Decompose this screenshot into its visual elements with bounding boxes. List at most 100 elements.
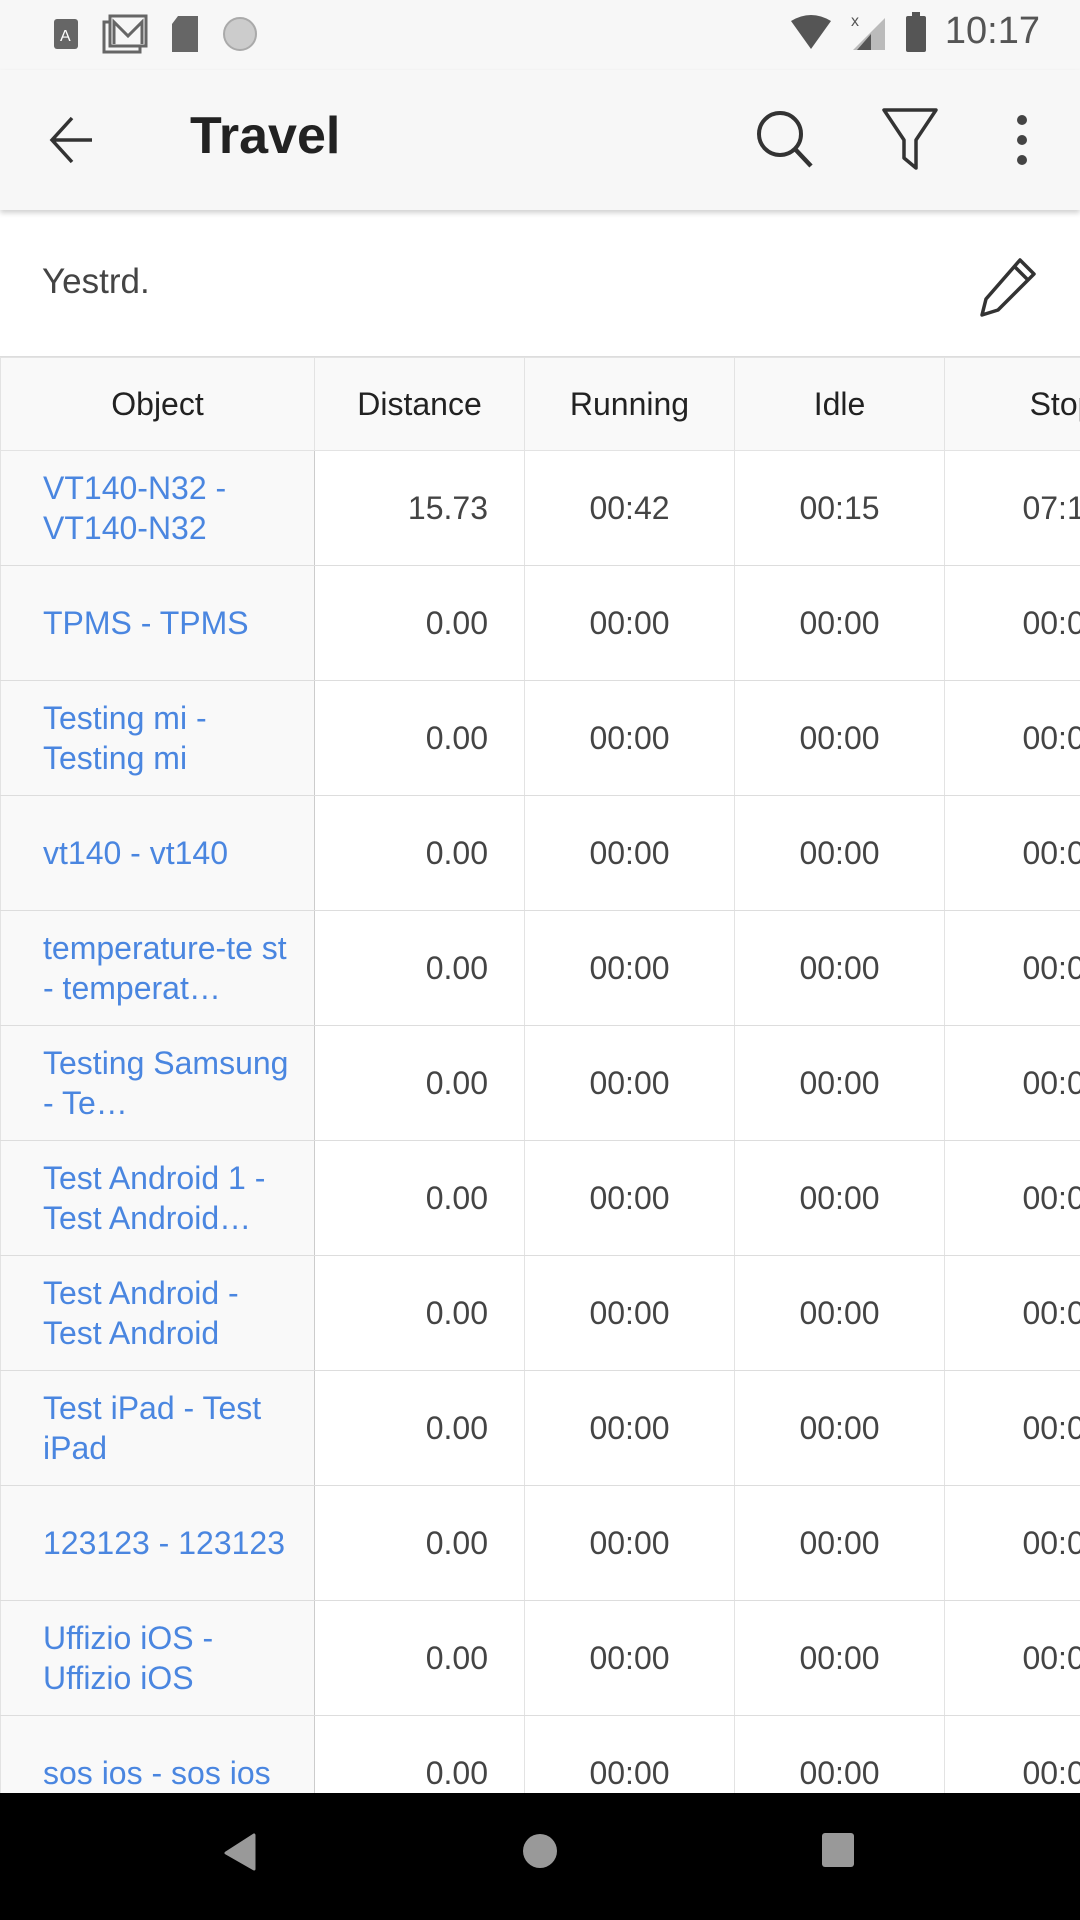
table-row: VT140-N32 - VT140-N3215.7300:4200:1507:1… <box>0 450 1080 566</box>
stop-cell: 07:18 <box>944 450 1080 566</box>
page-title: Travel <box>190 107 341 165</box>
table-row: TPMS - TPMS0.0000:0000:0000:00 <box>0 565 1080 681</box>
table-row: temperature-te st - temperat… 0.00 00:00 00… <box>0 910 1080 1026</box>
stop-cell: 00:00 <box>944 1255 1080 1371</box>
stop-cell: 00:00 <box>944 1370 1080 1486</box>
idle-cell: 00:00 <box>734 1485 945 1601</box>
app-bar: Travel <box>0 70 1080 210</box>
distance-cell: 0.00 <box>314 1600 525 1716</box>
distance-cell: 15.73 <box>314 450 525 566</box>
distance-cell: 0.00 <box>314 795 525 911</box>
table-row: sos ios - sos ios0.0000:0000:0000:00 <box>0 1715 1080 1793</box>
period-label[interactable]: Yestrd. <box>42 262 150 302</box>
running-cell: 00:00 <box>524 1370 735 1486</box>
running-cell: 00:00 <box>524 1600 735 1716</box>
object-link[interactable]: 123123 - 123123 <box>0 1485 315 1601</box>
travel-table[interactable]: ObjectDistanceRunningIdleStop VT140-N32 … <box>0 357 1080 1793</box>
table-row: vt140 - vt1400.0000:0000:0000:00 <box>0 795 1080 911</box>
filter-icon[interactable] <box>880 106 940 172</box>
back-arrow-icon[interactable] <box>48 112 98 168</box>
idle-cell: 00:00 <box>734 1025 945 1141</box>
sd-card-icon <box>172 16 198 52</box>
running-cell: 00:00 <box>524 795 735 911</box>
object-link[interactable]: Testing mi - Testing mi <box>0 680 315 796</box>
running-cell: 00:00 <box>524 1025 735 1141</box>
running-cell: 00:00 <box>524 1485 735 1601</box>
stop-cell: 00:00 <box>944 1600 1080 1716</box>
table-row: 123123 - 1231230.0000:0000:0000:00 <box>0 1485 1080 1601</box>
idle-cell: 00:00 <box>734 1715 945 1793</box>
object-link[interactable]: VT140-N32 - VT140-N32 <box>0 450 315 566</box>
signal-icon: x <box>851 13 885 50</box>
distance-cell: 0.00 <box>314 1140 525 1256</box>
column-header-running[interactable]: Running <box>524 357 735 451</box>
column-header-idle[interactable]: Idle <box>734 357 945 451</box>
stop-cell: 00:00 <box>944 1025 1080 1141</box>
idle-cell: 00:00 <box>734 565 945 681</box>
stop-cell: 00:00 <box>944 565 1080 681</box>
status-bar: A x 10:17 <box>0 0 1080 70</box>
stop-cell: 00:00 <box>944 1140 1080 1256</box>
table-row: Testing Samsung - Te…0.0000:0000:0000:00 <box>0 1025 1080 1141</box>
object-link[interactable]: Test iPad - Test iPad <box>0 1370 315 1486</box>
stop-cell: 00:00 <box>944 1715 1080 1793</box>
table-row: Test Android - Test Android 0.00 00:00 00:0… <box>0 1255 1080 1371</box>
stop-cell: 00:00 <box>944 910 1080 1026</box>
distance-cell: 0.00 <box>314 1485 525 1601</box>
idle-cell: 00:15 <box>734 450 945 566</box>
idle-cell: 00:00 <box>734 1600 945 1716</box>
object-link[interactable]: Testing Samsung - Te… <box>0 1025 315 1141</box>
object-link[interactable]: temperature-te st - temperat… <box>0 910 315 1026</box>
stop-cell: 00:00 <box>944 795 1080 911</box>
idle-cell: 00:00 <box>734 680 945 796</box>
table-row: Test iPad - Test iPad0.0000:0000:0000:00 <box>0 1370 1080 1486</box>
object-link[interactable]: Test Android - Test Android <box>0 1255 315 1371</box>
object-link[interactable]: Test Android 1 - Test Android… <box>0 1140 315 1256</box>
object-link[interactable]: Uffizio iOS - Uffizio iOS <box>0 1600 315 1716</box>
column-header-object[interactable]: Object <box>0 357 315 451</box>
column-header-stop[interactable]: Stop <box>944 357 1080 451</box>
object-link[interactable]: TPMS - TPMS <box>0 565 315 681</box>
idle-cell: 00:00 <box>734 795 945 911</box>
clock: 10:17 <box>944 10 1040 52</box>
navigation-bar <box>0 1793 1080 1920</box>
nav-recents-icon[interactable] <box>822 1833 854 1869</box>
running-cell: 00:00 <box>524 565 735 681</box>
idle-cell: 00:00 <box>734 1255 945 1371</box>
running-cell: 00:00 <box>524 910 735 1026</box>
more-vert-icon[interactable] <box>1012 112 1032 168</box>
nav-home-icon[interactable] <box>522 1833 558 1869</box>
stop-cell: 00:00 <box>944 1485 1080 1601</box>
period-selector: Yestrd. <box>0 210 1080 357</box>
column-header-distance[interactable]: Distance <box>314 357 525 451</box>
distance-cell: 0.00 <box>314 1025 525 1141</box>
idle-cell: 00:00 <box>734 910 945 1026</box>
running-cell: 00:00 <box>524 1715 735 1793</box>
table-row: Testing mi - Testing mi 0.00 00:00 00:00 00:… <box>0 680 1080 796</box>
a-notification-icon: A <box>54 19 78 49</box>
svg-text:x: x <box>851 13 859 30</box>
distance-cell: 0.00 <box>314 1715 525 1793</box>
search-icon[interactable] <box>754 108 816 170</box>
gmail-icon <box>102 14 148 54</box>
running-cell: 00:00 <box>524 1255 735 1371</box>
wifi-icon <box>790 14 831 49</box>
distance-cell: 0.00 <box>314 680 525 796</box>
running-cell: 00:00 <box>524 680 735 796</box>
idle-cell: 00:00 <box>734 1140 945 1256</box>
distance-cell: 0.00 <box>314 1255 525 1371</box>
distance-cell: 0.00 <box>314 565 525 681</box>
pencil-icon[interactable] <box>976 256 1038 318</box>
idle-cell: 00:00 <box>734 1370 945 1486</box>
distance-cell: 0.00 <box>314 910 525 1026</box>
svg-text:A: A <box>60 28 71 45</box>
distance-cell: 0.00 <box>314 1370 525 1486</box>
stop-cell: 00:00 <box>944 680 1080 796</box>
table-row: Test Android 1 - Test Android… 0.00 00:00 0… <box>0 1140 1080 1256</box>
object-link[interactable]: sos ios - sos ios <box>0 1715 315 1793</box>
running-cell: 00:00 <box>524 1140 735 1256</box>
object-link[interactable]: vt140 - vt140 <box>0 795 315 911</box>
sync-icon <box>223 17 257 51</box>
nav-back-icon[interactable] <box>224 1833 256 1871</box>
battery-icon <box>905 11 926 52</box>
